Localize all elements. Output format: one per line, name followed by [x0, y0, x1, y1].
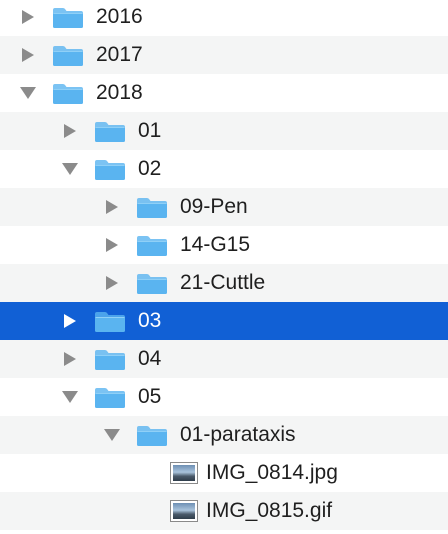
folder-icon: [95, 312, 125, 332]
folder-row[interactable]: 01: [0, 112, 448, 150]
disclosure-collapsed-icon[interactable]: [60, 340, 80, 378]
disclosure-expanded-icon[interactable]: [18, 74, 38, 112]
folder-name: 02: [138, 157, 162, 180]
disclosure-collapsed-icon[interactable]: [102, 188, 122, 226]
folder-name: 04: [138, 347, 162, 370]
folder-row[interactable]: 2017: [0, 36, 448, 74]
folder-row[interactable]: 05: [0, 378, 448, 416]
folder-icon: [53, 46, 83, 66]
folder-icon: [137, 198, 167, 218]
file-name: IMG_0815.gif: [206, 499, 333, 522]
folder-icon: [95, 160, 125, 180]
folder-name: 01-parataxis: [180, 423, 296, 446]
disclosure-collapsed-icon[interactable]: [18, 0, 38, 36]
folder-icon: [95, 388, 125, 408]
folder-row[interactable]: 14-G15: [0, 226, 448, 264]
folder-name: 01: [138, 119, 162, 142]
folder-name: 09-Pen: [180, 195, 248, 218]
folder-name: 2018: [96, 81, 143, 104]
disclosure-expanded-icon[interactable]: [60, 150, 80, 188]
file-row[interactable]: IMG_0814.jpg: [0, 454, 448, 492]
folder-row[interactable]: 02: [0, 150, 448, 188]
disclosure-collapsed-icon[interactable]: [60, 112, 80, 150]
file-outline-view[interactable]: 2016 2017 2018 01 02 09-Pen 14-G15 21-Cuttle 03 0…: [0, 0, 448, 534]
folder-icon: [137, 426, 167, 446]
file-row[interactable]: IMG_0815.gif: [0, 492, 448, 530]
image-file-icon: [170, 462, 198, 484]
folder-icon: [53, 8, 83, 28]
folder-row[interactable]: 01-parataxis: [0, 416, 448, 454]
folder-name: 21-Cuttle: [180, 271, 266, 294]
folder-icon: [95, 122, 125, 142]
folder-name: 03: [138, 309, 162, 332]
folder-row-selected[interactable]: 03: [0, 302, 448, 340]
folder-icon: [137, 236, 167, 256]
folder-row[interactable]: 04: [0, 340, 448, 378]
folder-row[interactable]: 2016: [0, 0, 448, 36]
image-file-icon: [170, 500, 198, 522]
folder-icon: [137, 274, 167, 294]
disclosure-collapsed-icon[interactable]: [60, 302, 80, 340]
folder-name: 05: [138, 385, 162, 408]
disclosure-expanded-icon[interactable]: [60, 378, 80, 416]
file-name: IMG_0814.jpg: [206, 461, 338, 484]
folder-name: 14-G15: [180, 233, 251, 256]
folder-row[interactable]: 2018: [0, 74, 448, 112]
folder-name: 2017: [96, 43, 143, 66]
disclosure-collapsed-icon[interactable]: [102, 264, 122, 302]
folder-row[interactable]: 09-Pen: [0, 188, 448, 226]
disclosure-collapsed-icon[interactable]: [18, 36, 38, 74]
folder-name: 2016: [96, 5, 143, 28]
folder-icon: [53, 84, 83, 104]
folder-row[interactable]: 21-Cuttle: [0, 264, 448, 302]
folder-icon: [95, 350, 125, 370]
disclosure-collapsed-icon[interactable]: [102, 226, 122, 264]
disclosure-expanded-icon[interactable]: [102, 416, 122, 454]
